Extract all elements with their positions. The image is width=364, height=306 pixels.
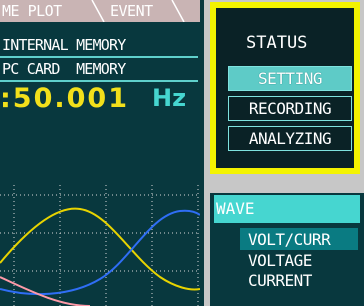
- wave-header[interactable]: WAVE: [214, 195, 360, 223]
- internal-memory-row[interactable]: INTERNAL MEMORY: [0, 34, 198, 58]
- pc-card-memory-label: PC CARD MEMORY: [2, 60, 126, 78]
- menu-item-setting[interactable]: SETTING: [228, 66, 352, 91]
- wave-option-volt-curr-highlight[interactable]: VOLT/CURR: [240, 228, 358, 250]
- voltage-trace-yellow: [0, 207, 200, 291]
- menu-item-recording[interactable]: RECORDING: [228, 96, 352, 121]
- wave-option-current[interactable]: CURRENT: [248, 271, 312, 290]
- wave-title: WAVE: [216, 199, 255, 218]
- pc-card-memory-row[interactable]: PC CARD MEMORY: [0, 58, 198, 82]
- frequency-readout: :50.001 Hz: [0, 83, 204, 116]
- frequency-unit: Hz: [152, 84, 187, 112]
- tab-dividers: [91, 0, 185, 22]
- tab-strip: ME PLOT EVENT: [0, 0, 200, 22]
- voltage-trace-blue: [0, 209, 200, 296]
- wave-option-volt-curr: VOLT/CURR: [248, 230, 331, 249]
- frequency-value: :50.001: [0, 83, 129, 114]
- menu-title-status[interactable]: STATUS: [246, 33, 307, 53]
- graph-grid: [0, 185, 200, 306]
- menu-item-analyzing[interactable]: ANALYZING: [228, 126, 352, 151]
- wave-selector: WAVE VOLT/CURR VOLTAGE CURRENT: [210, 193, 364, 306]
- waveform-graph: [0, 185, 200, 306]
- status-menu: STATUS SETTING RECORDING ANALYZING: [210, 2, 360, 174]
- wave-option-voltage[interactable]: VOLTAGE: [248, 251, 312, 270]
- measurement-panel: ME PLOT EVENT INTERNAL MEMORY PC CARD ME…: [0, 0, 204, 306]
- internal-memory-label: INTERNAL MEMORY: [2, 36, 126, 54]
